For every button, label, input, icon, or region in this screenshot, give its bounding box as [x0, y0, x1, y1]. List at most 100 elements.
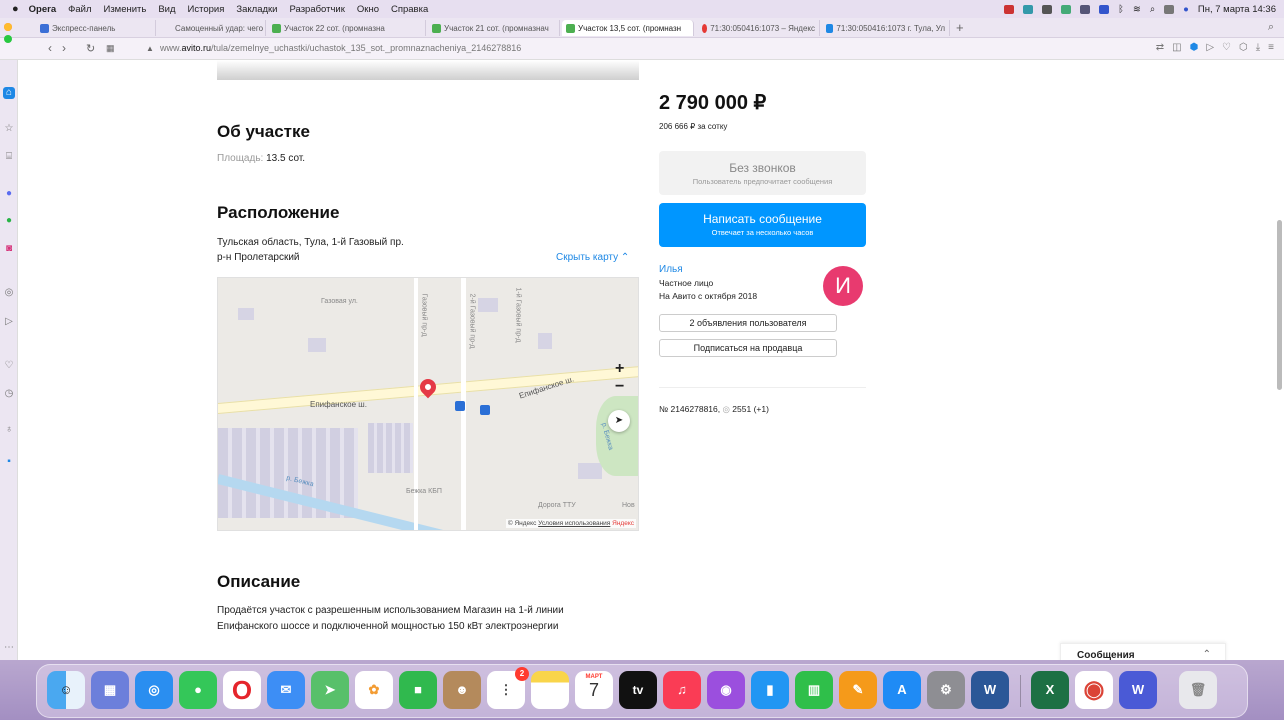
word-app-icon[interactable]: W: [1119, 671, 1157, 709]
menubar-clock[interactable]: Пн, 7 марта 14:36: [1198, 4, 1276, 15]
camera-icon[interactable]: ◫: [1172, 42, 1181, 53]
contacts-icon[interactable]: ☻: [443, 671, 481, 709]
tab-express-panel[interactable]: Экспресс-панель: [36, 20, 156, 36]
menu-view[interactable]: Вид: [158, 4, 175, 15]
lightbulb-icon[interactable]: ♁: [3, 424, 15, 436]
window-zoom-button[interactable]: [4, 35, 12, 43]
maps-icon[interactable]: ➤: [311, 671, 349, 709]
bluetooth-icon[interactable]: ᛒ: [1118, 4, 1124, 15]
tab-news[interactable]: Самоценный удар: чего ждут: [168, 20, 266, 36]
player-icon[interactable]: ▷: [1206, 42, 1214, 53]
podcasts-icon[interactable]: ◉: [707, 671, 745, 709]
music-player-icon[interactable]: ◎: [3, 287, 15, 299]
map-zoom-in-button[interactable]: +: [615, 360, 624, 378]
map-zoom-out-button[interactable]: −: [615, 378, 624, 396]
seller-name-link[interactable]: Илья: [659, 264, 683, 275]
status-app-icon[interactable]: [1004, 4, 1015, 14]
tab-search-icon[interactable]: ⌕: [1268, 21, 1274, 34]
history-clock-icon[interactable]: ◷: [3, 388, 15, 400]
menu-developer[interactable]: Разработчик: [290, 4, 345, 15]
translate-icon[interactable]: ⇄: [1156, 42, 1164, 53]
back-icon[interactable]: ‹: [48, 41, 52, 55]
tab-cadastre-map[interactable]: 71:30:050416:1073 г. Тула, Ул: [822, 20, 950, 36]
extensions-cube-icon[interactable]: ⬡: [1239, 42, 1248, 53]
vpn-shield-icon[interactable]: ⬢: [1190, 42, 1199, 53]
microsoft-excel-icon[interactable]: X: [1031, 671, 1069, 709]
subscribe-seller-button[interactable]: Подписаться на продавца: [659, 339, 837, 357]
microsoft-word-icon[interactable]: W: [971, 671, 1009, 709]
window-minimize-button[interactable]: [4, 23, 12, 31]
trash-icon[interactable]: 🗑: [1179, 671, 1217, 709]
messenger-icon[interactable]: ●: [3, 188, 15, 200]
reminders-icon[interactable]: ⋮ 2: [487, 667, 529, 709]
speed-dial-icon[interactable]: ▦: [106, 43, 115, 54]
status-app-icon[interactable]: [1080, 4, 1091, 14]
status-app-icon[interactable]: [1099, 4, 1110, 14]
easy-setup-menu-icon[interactable]: ≡: [1268, 42, 1274, 53]
finder-icon[interactable]: ☺: [47, 671, 85, 709]
status-app-icon[interactable]: [1061, 4, 1072, 14]
spotlight-search-icon[interactable]: ⌕: [1150, 4, 1155, 15]
control-center-icon[interactable]: [1164, 4, 1175, 14]
url-field[interactable]: www.avito.ru/tula/zemelnye_uchastki/ucha…: [160, 43, 521, 53]
menu-help[interactable]: Справка: [391, 4, 428, 15]
star-icon[interactable]: ☆: [3, 123, 15, 135]
seller-avatar[interactable]: И: [823, 266, 863, 306]
map-terms-link[interactable]: Условия использования: [538, 520, 610, 527]
play-icon[interactable]: ▷: [3, 316, 15, 328]
opera-icon[interactable]: O: [223, 671, 261, 709]
calendar-icon[interactable]: МАРТ 7: [575, 671, 613, 709]
wifi-icon[interactable]: ≋: [1133, 4, 1141, 15]
mail-icon[interactable]: ✉: [267, 671, 305, 709]
tab-yandex-cadastre[interactable]: 71:30:050416:1073 – Яндекс: [698, 20, 820, 36]
messages-icon[interactable]: ●: [179, 671, 217, 709]
seller-ads-button[interactable]: 2 объявления пользователя: [659, 314, 837, 332]
music-icon[interactable]: ♫: [663, 671, 701, 709]
yandex-map[interactable]: Газовая ул. Газовый пр-д 2-й Газовый пр-…: [217, 277, 639, 531]
apple-tv-icon[interactable]: tv: [619, 671, 657, 709]
download-icon[interactable]: ⤓: [1256, 42, 1260, 53]
facetime-icon[interactable]: ■: [399, 671, 437, 709]
tab-avito-22[interactable]: Участок 22 сот. (промназна: [268, 20, 426, 36]
menu-file[interactable]: Файл: [68, 4, 91, 15]
home-icon[interactable]: ⌂: [3, 87, 15, 99]
hide-map-link[interactable]: Скрыть карту ⌃: [556, 252, 629, 263]
chevron-up-icon[interactable]: ⌃: [1203, 649, 1211, 660]
apple-menu-icon[interactable]: ●: [12, 3, 19, 15]
instagram-icon[interactable]: ◙: [3, 243, 15, 255]
menu-window[interactable]: Окно: [357, 4, 379, 15]
tab-avito-21[interactable]: Участок 21 сот. (промназнач: [428, 20, 560, 36]
heart-icon[interactable]: ♡: [3, 360, 15, 372]
app-store-icon[interactable]: A: [883, 671, 921, 709]
new-tab-button[interactable]: +: [956, 20, 964, 35]
keynote-icon[interactable]: ▮: [751, 671, 789, 709]
system-preferences-icon[interactable]: ⚙: [927, 671, 965, 709]
chrome-icon[interactable]: ◉: [1075, 671, 1113, 709]
reload-icon[interactable]: ↻: [86, 42, 95, 55]
page-scrollbar[interactable]: [1277, 220, 1282, 390]
siri-icon[interactable]: ●: [1183, 4, 1189, 15]
status-app-icon[interactable]: [1023, 4, 1034, 14]
launchpad-icon[interactable]: ▦: [91, 671, 129, 709]
write-message-button[interactable]: Написать сообщение Отвечает за несколько…: [659, 203, 866, 247]
numbers-icon[interactable]: ▥: [795, 671, 833, 709]
map-geolocation-button[interactable]: ➤: [608, 410, 630, 432]
menu-edit[interactable]: Изменить: [103, 4, 146, 15]
no-calls-button[interactable]: Без звонков Пользователь предпочитает со…: [659, 151, 866, 195]
safari-icon[interactable]: ◎: [135, 671, 173, 709]
sidebar-more-icon[interactable]: ⋯: [3, 642, 15, 654]
heart-icon[interactable]: ♡: [1222, 42, 1231, 53]
menu-bookmarks[interactable]: Закладки: [236, 4, 277, 15]
messages-panel[interactable]: Сообщения ⌃: [1060, 643, 1226, 660]
whatsapp-icon[interactable]: ●: [3, 215, 15, 227]
notes-icon[interactable]: [531, 671, 569, 709]
photos-icon[interactable]: ✿: [355, 671, 393, 709]
pages-icon[interactable]: ✎: [839, 671, 877, 709]
bag-icon[interactable]: ⌸: [3, 151, 15, 163]
menu-app-opera[interactable]: Opera: [29, 4, 56, 15]
forward-icon[interactable]: ›: [62, 41, 66, 55]
menu-history[interactable]: История: [188, 4, 225, 15]
extension-icon[interactable]: ▪: [3, 456, 15, 468]
tab-avito-13-5-active[interactable]: Участок 13,5 сот. (промназн: [562, 20, 694, 36]
status-app-icon[interactable]: [1042, 4, 1053, 14]
